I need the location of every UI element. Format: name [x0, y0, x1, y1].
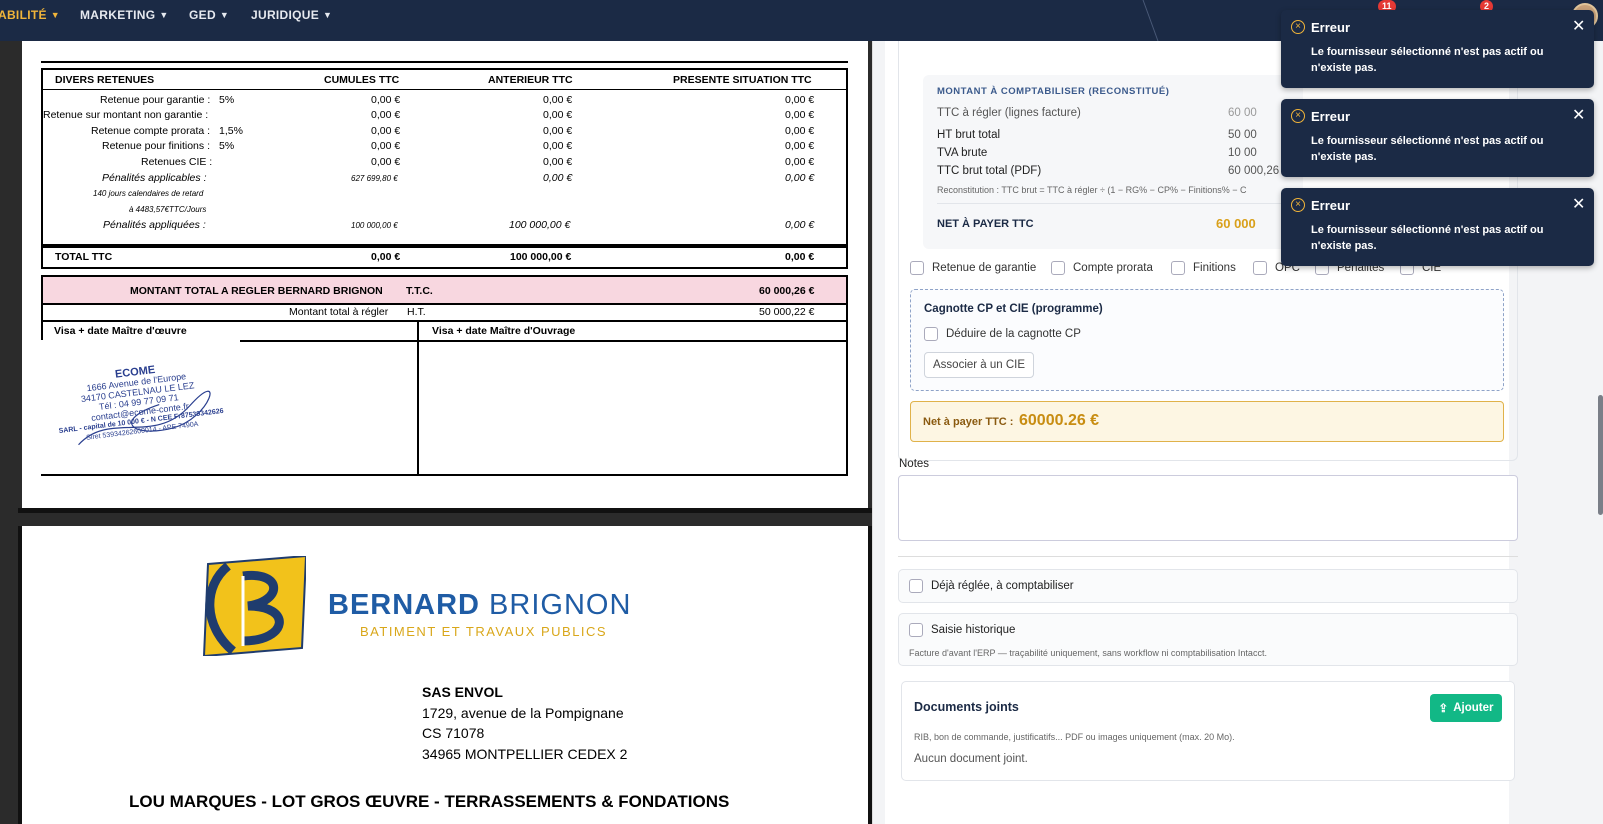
compta-summary: MONTANT À COMPTABILISER (RECONSTITUÉ) TT… [923, 75, 1303, 249]
page-edge [18, 526, 22, 824]
close-icon[interactable]: ✕ [1572, 194, 1585, 214]
notes-label: Notes [899, 458, 930, 470]
chevron-down-icon: ▼ [50, 10, 60, 20]
scrollbar[interactable] [1598, 395, 1603, 515]
table-rule [41, 89, 848, 90]
pdf-viewer[interactable]: DIVERS RETENUES CUMULES TTC ANTERIEUR TT… [0, 41, 872, 824]
table-row: Retenue pour garantie : 5% 0,00 € 0,00 €… [100, 94, 815, 106]
visa-rule [240, 340, 848, 342]
cagnotte-section: Cagnotte CP et CIE (programme) Déduire d… [910, 289, 1504, 391]
pdf-page: DIVERS RETENUES CUMULES TTC ANTERIEUR TT… [22, 41, 868, 508]
montant-total-box: MONTANT TOTAL A REGLER BERNARD BRIGNON T… [41, 275, 848, 305]
address-line: CS 71078 [422, 725, 485, 741]
error-icon: × [1291, 198, 1305, 212]
checkbox-deduire-cagnotte[interactable]: Déduire de la cagnotte CP [924, 327, 1081, 341]
deja-reglee-option[interactable]: Déjà réglée, à comptabiliser [898, 569, 1518, 603]
visa-divider [417, 322, 419, 476]
pdf-page: BERNARD BRIGNON BATIMENT ET TRAVAUX PUBL… [22, 526, 868, 824]
nav-item-ged[interactable]: GED ▼ [189, 8, 229, 22]
chevron-down-icon: ▼ [219, 10, 230, 20]
close-icon[interactable]: ✕ [1572, 16, 1585, 36]
error-icon: × [1291, 20, 1305, 34]
error-toast: × Erreur Le fournisseur sélectionné n'es… [1281, 99, 1594, 177]
brand-tagline: BATIMENT ET TRAVAUX PUBLICS [360, 624, 608, 639]
divider [898, 556, 1518, 557]
error-toast: × Erreur Le fournisseur sélectionné n'es… [1281, 10, 1594, 88]
divider [937, 203, 1303, 204]
checkbox-saisie-historique[interactable] [909, 623, 923, 637]
table-row: Retenue compte prorata : 1,5% 0,00 € 0,0… [91, 125, 815, 137]
table-row: Pénalités applicables : 627 699,80 € 0,0… [102, 172, 815, 184]
chevron-down-icon: ▼ [323, 10, 333, 20]
upload-icon: ⇪ [1438, 703, 1449, 715]
montant-ht-row: Montant total à régler H.T. 50 000,22 € [41, 305, 848, 322]
visa-moe-label: Visa + date Maître d'œuvre [54, 325, 187, 337]
company-logo [202, 556, 306, 656]
table-row: Retenue pour finitions : 5% 0,00 € 0,00 … [102, 140, 815, 152]
visa-rule [41, 474, 419, 476]
lot-title: LOU MARQUES - LOT GROS ŒUVRE - TERRASSEM… [129, 792, 730, 811]
address-line: 34965 MONTPELLIER CEDEX 2 [422, 746, 628, 762]
notes-textarea[interactable] [898, 475, 1518, 541]
page-gap [18, 508, 872, 513]
retard-note: 140 jours calendaires de retard [93, 189, 204, 198]
table-row: Pénalités appliquées : 100 000,00 € 100 … [103, 219, 815, 231]
checkbox-retenue-garantie[interactable]: Retenue de garantie [910, 261, 1036, 275]
table-rule [41, 61, 848, 63]
retenues-header: DIVERS RETENUES CUMULES TTC ANTERIEUR TT… [55, 74, 812, 86]
close-icon[interactable]: ✕ [1572, 105, 1585, 125]
checkbox-compte-prorata[interactable]: Compte prorata [1051, 261, 1153, 275]
nav-decoration [1142, 0, 1159, 41]
nav-item-marketing[interactable]: MARKETING ▼ [80, 8, 169, 22]
address-line: SAS ENVOL [422, 684, 503, 700]
saisie-historique-option[interactable]: Saisie historique Facture d'avant l'ERP … [898, 613, 1518, 666]
add-document-button[interactable]: ⇪ Ajouter [1430, 694, 1502, 722]
chevron-down-icon: ▼ [159, 10, 169, 20]
brand-name: BERNARD BRIGNON [328, 589, 632, 621]
associate-cie-button[interactable]: Associer à un CIE [924, 352, 1035, 378]
error-toast: × Erreur Le fournisseur sélectionné n'es… [1281, 188, 1594, 266]
total-row: TOTAL TTC 0,00 € 100 000,00 € 0,00 € [55, 251, 815, 263]
checkbox-deja-reglee[interactable] [909, 579, 923, 593]
visa-mo-label: Visa + date Maître d'Ouvrage [432, 325, 576, 337]
retard-note: à 4483,57€TTC/Jours [129, 205, 207, 214]
error-icon: × [1291, 109, 1305, 123]
net-a-payer-box: Net à payer TTC : 60000.26 € [910, 401, 1504, 442]
documents-section: Documents joints ⇪ Ajouter RIB, bon de c… [901, 681, 1515, 781]
table-row: Retenues CIE : 0,00 € 0,00 € 0,00 € [141, 156, 815, 168]
visa-border [41, 322, 43, 340]
checkbox-finitions[interactable]: Finitions [1171, 261, 1236, 275]
table-row: Retenue sur montant non garantie : 0,00 … [43, 109, 815, 121]
nav-item-comptabilite[interactable]: ABILITÉ ▼ [0, 8, 60, 22]
address-line: 1729, avenue de la Pompignane [422, 705, 624, 721]
nav-item-juridique[interactable]: JURIDIQUE ▼ [251, 8, 332, 22]
